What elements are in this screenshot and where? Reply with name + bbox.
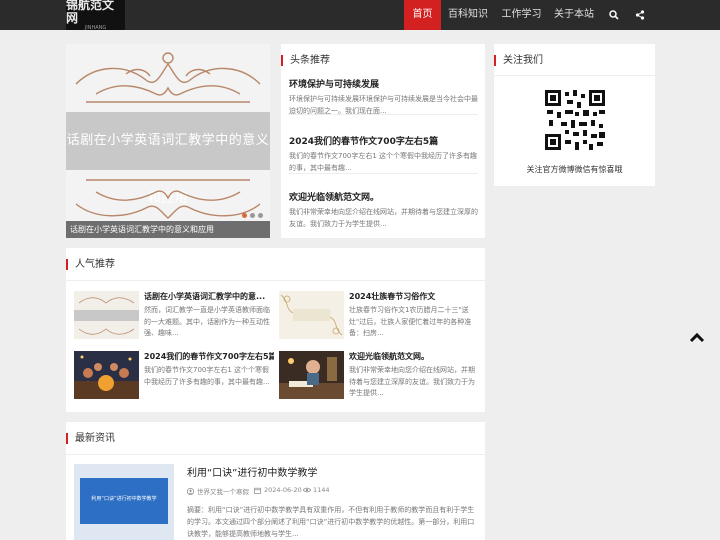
divider — [494, 75, 655, 76]
nav-encyclopedia[interactable]: 百科知识 — [441, 0, 495, 30]
ornament-thumbnail-image — [280, 294, 343, 336]
popular-item-thumbnail[interactable] — [279, 351, 344, 399]
author-name[interactable]: 世界又我一个寒假 — [197, 486, 249, 496]
popular-item-title[interactable]: 话剧在小学英语词汇教学中的意... — [144, 291, 274, 302]
divider — [66, 280, 485, 281]
slider-caption[interactable]: 话剧在小学英语词汇教学中的意义和应用 — [66, 221, 270, 238]
nav-home[interactable]: 首页 — [404, 0, 441, 30]
headline-item-title[interactable]: 环境保护与可持续发展 — [289, 77, 379, 90]
popular-item-title[interactable]: 2024壮族春节习俗作文 — [349, 291, 479, 302]
popular-item-desc: 然而，词汇教学一直是小学英语教师面临的一大难题。其中，话剧作为一种互动性强、趣味… — [144, 306, 270, 337]
logo-text: 锦航范文网 — [66, 0, 115, 25]
headline-item-desc: 我们的春节作文700字左右1 这个个寒假中我经历了许多有趣的事，其中最有趣... — [289, 152, 478, 172]
latest-item-views: 1144 — [303, 486, 330, 494]
site-logo[interactable]: 锦航范文网 JINHANG — [66, 0, 125, 31]
latest-news-title: 最新资讯 — [66, 433, 115, 444]
featured-slider[interactable]: 话剧在小学英语词汇教学中的意义和应用 话剧在小学英语词汇教学中的意义和应用 — [66, 44, 270, 238]
follow-us-title: 关注我们 — [494, 55, 543, 66]
back-to-top-icon[interactable] — [689, 331, 705, 343]
latest-item-date: 2024-06-20 — [254, 486, 302, 494]
qr-code-image — [545, 90, 605, 150]
latest-item-desc: 摘要：利用“口诀”进行初中数学教学具有双重作用，不但有利用于教师的教学而且有利于… — [187, 506, 475, 538]
search-icon — [609, 10, 619, 20]
headlines-title: 头条推荐 — [281, 55, 330, 66]
nav-work-study[interactable]: 工作学习 — [495, 0, 548, 30]
slider-dot-3[interactable] — [258, 213, 263, 218]
ornament-thumbnail-image — [74, 297, 139, 335]
student-thumbnail-image — [279, 357, 344, 399]
festival-thumbnail-image — [74, 355, 139, 399]
eye-icon — [303, 487, 311, 493]
headline-item-desc: 我们非常荣幸地向您介绍在线网站，并期待着与您建立深厚的友谊。我们致力于为学生提供… — [289, 208, 478, 228]
top-navigation-bar: 锦航范文网 JINHANG 首页 百科知识 工作学习 关于本站 — [0, 0, 720, 31]
slider-dot-2[interactable] — [250, 213, 255, 218]
share-button[interactable] — [626, 0, 654, 30]
popular-item-desc: 我们非常荣幸地向您介绍在线网站，并期待着与您建立深厚的友谊。我们致力于为学生提供… — [349, 366, 475, 397]
ornament-top-image — [75, 52, 261, 103]
latest-item-title[interactable]: 利用“口诀”进行初中数学教学 — [187, 464, 317, 479]
views-count: 1144 — [313, 486, 330, 494]
headline-item-title[interactable]: 欢迎光临领航范文网。 — [289, 190, 379, 203]
search-button[interactable] — [600, 0, 628, 30]
popular-item-desc: 壮族春节习俗作文1农历腊月二十三"送灶"过后，壮族人家便忙着过年的各种准备：扫房… — [349, 306, 472, 337]
popular-item-thumbnail[interactable] — [74, 291, 139, 339]
popular-item-title[interactable]: 欢迎光临领航范文网。 — [349, 351, 479, 362]
divider — [66, 454, 485, 455]
calendar-icon — [254, 487, 261, 494]
nav-about[interactable]: 关于本站 — [548, 0, 600, 30]
popular-card: 人气推荐 话剧在小学英语词汇教学中的意... 然而，词汇教学一直是小学英语教师面… — [66, 248, 485, 412]
user-icon — [187, 487, 194, 495]
share-icon — [635, 10, 645, 20]
slider-band-text: 话剧在小学英语词汇教学中的意义和应用 — [66, 133, 270, 206]
ornament-bottom-image — [75, 179, 261, 219]
popular-title: 人气推荐 — [66, 259, 115, 270]
main-nav: 首页 百科知识 工作学习 关于本站 — [404, 0, 600, 30]
headline-item-desc: 环境保护与可持续发展环境保护与可持续发展是当今社会中最迫切的问题之一。我们现在面… — [289, 95, 478, 115]
popular-item-thumbnail[interactable] — [74, 351, 139, 399]
latest-news-card: 最新资讯 利用“口诀”进行初中数学教学 利用“口诀”进行初中数学教学 世界又我一… — [66, 422, 485, 540]
popular-item-desc: 我们的春节作文700字左右1 这个个寒假中我经历了许多有趣的事，其中最有趣... — [144, 366, 270, 386]
latest-item-author: 世界又我一个寒假 — [187, 486, 249, 496]
slider-title-band: 话剧在小学英语词汇教学中的意义和应用 — [66, 112, 270, 206]
date-text: 2024-06-20 — [264, 486, 302, 494]
popular-item-thumbnail[interactable] — [279, 291, 344, 339]
popular-item-title[interactable]: 2024我们的春节作文700字左右5篇 — [144, 351, 274, 362]
slider-dot-1[interactable] — [242, 213, 247, 218]
logo-subtext: JINHANG — [84, 25, 107, 31]
follow-us-caption: 关注官方微博微信有惊喜哦 — [526, 165, 623, 174]
latest-item-thumbnail[interactable]: 利用“口诀”进行初中数学教学 — [74, 464, 174, 540]
slider-dots — [242, 213, 263, 218]
latest-thumbnail-text: 利用“口诀”进行初中数学教学 — [91, 496, 157, 502]
headline-item-title[interactable]: 2024我们的春节作文700字左右5篇 — [289, 134, 438, 147]
headlines-card: 头条推荐 环境保护与可持续发展 环境保护与可持续发展环境保护与可持续发展是当今社… — [281, 44, 485, 238]
